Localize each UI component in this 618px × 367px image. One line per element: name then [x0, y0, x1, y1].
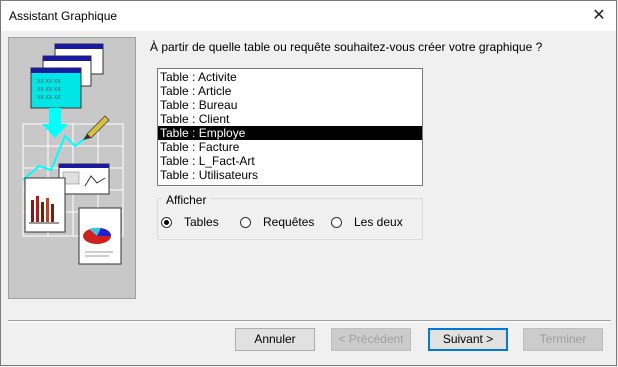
- svg-text:XX XX XX: XX XX XX: [37, 87, 61, 93]
- chart-wizard-dialog: Assistant Graphique ✕ XX XX XX XX XX XX …: [0, 0, 617, 366]
- chart-wizard-illustration-icon: XX XX XX XX XX XX XX XX XX: [9, 38, 135, 298]
- svg-text:XX XX XX: XX XX XX: [37, 95, 61, 101]
- list-item[interactable]: Table : Activite: [158, 70, 422, 84]
- list-item[interactable]: Table : Client: [158, 112, 422, 126]
- radio-les-deux-label: Les deux: [354, 215, 403, 229]
- svg-text:XX XX XX: XX XX XX: [37, 79, 61, 85]
- list-item[interactable]: Table : L_Fact-Art: [158, 154, 422, 168]
- close-icon[interactable]: ✕: [590, 7, 608, 25]
- finish-button[interactable]: Terminer: [523, 328, 603, 351]
- window-title: Assistant Graphique: [9, 9, 118, 23]
- table-query-listbox[interactable]: Table : Activite Table : Article Table :…: [157, 68, 423, 186]
- list-item[interactable]: Table : Article: [158, 84, 422, 98]
- list-item[interactable]: Table : Facture: [158, 140, 422, 154]
- radio-tables-label: Tables: [184, 215, 219, 229]
- radio-requetes[interactable]: Requêtes: [240, 215, 314, 229]
- previous-button[interactable]: < Précédent: [331, 328, 411, 351]
- radio-unchecked-icon[interactable]: [331, 216, 342, 228]
- wizard-illustration: XX XX XX XX XX XX XX XX XX: [8, 37, 136, 299]
- radio-checked-icon[interactable]: [161, 216, 172, 228]
- radio-unchecked-icon[interactable]: [240, 216, 251, 228]
- list-item-selected[interactable]: Table : Employe: [158, 126, 422, 140]
- list-item[interactable]: Table : Bureau: [158, 98, 422, 112]
- radio-les-deux[interactable]: Les deux: [331, 215, 403, 229]
- list-item[interactable]: Table : Utilisateurs: [158, 168, 422, 182]
- footer-separator: [8, 320, 611, 322]
- radio-tables[interactable]: Tables: [161, 215, 219, 229]
- wizard-prompt: À partir de quelle table ou requête souh…: [150, 40, 543, 54]
- cancel-button[interactable]: Annuler: [235, 328, 315, 351]
- afficher-label: Afficher: [162, 193, 211, 207]
- next-button[interactable]: Suivant >: [428, 328, 508, 351]
- radio-requetes-label: Requêtes: [263, 215, 315, 229]
- title-bar: Assistant Graphique ✕: [1, 1, 616, 31]
